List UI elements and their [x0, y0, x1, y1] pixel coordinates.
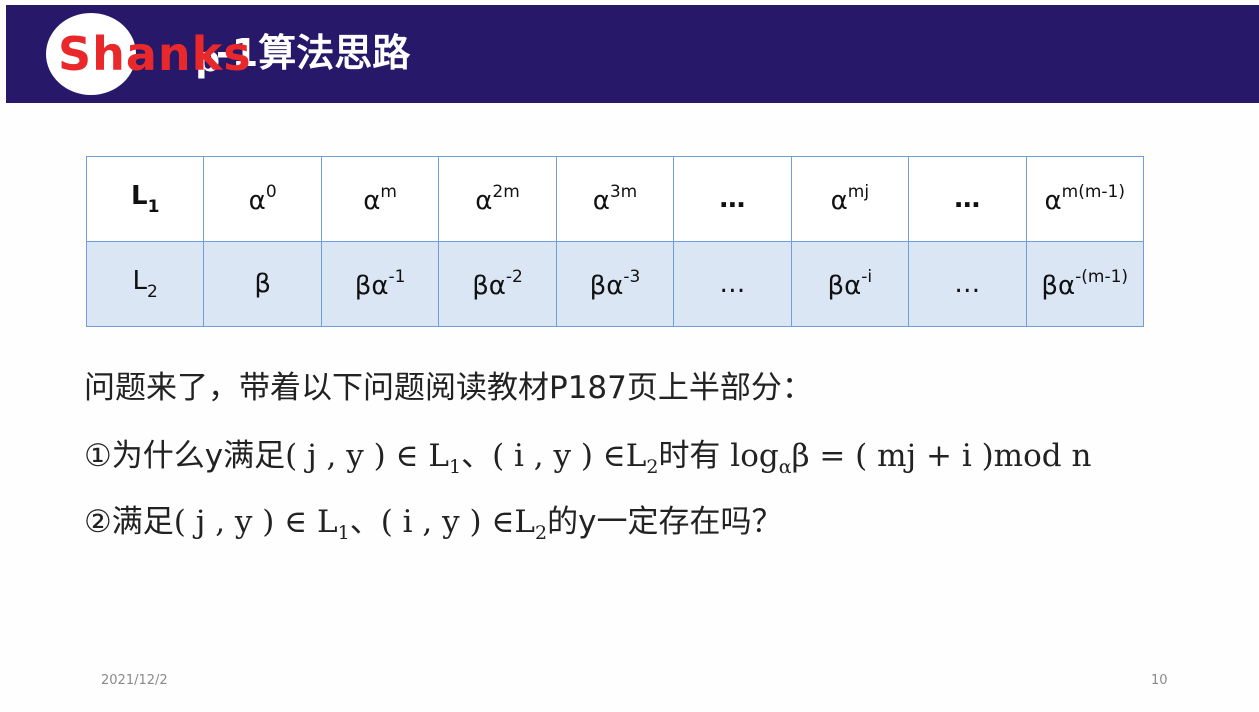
logo-watermark: Shanks [58, 27, 252, 81]
table-cell: α0 [203, 156, 322, 242]
cell-base: … [719, 184, 746, 214]
cell-exponent: 3m [609, 182, 638, 202]
footer-date: 2021/12/2 [101, 673, 168, 688]
table-cell: βα-(m-1) [1025, 241, 1144, 327]
cell-base: βα [589, 271, 624, 301]
question-1-sep: 、 [461, 438, 493, 474]
question-1-pair-j: ( j , y ) ∈ L [285, 438, 449, 474]
cell-base: α [363, 186, 381, 216]
cell-base: βα [827, 271, 862, 301]
slide: ρ -1算法思路 Shanks L1 α0 αm α2m α3m… αmj… αm(m-1)… [0, 0, 1259, 712]
table-cell: β [203, 241, 322, 327]
question-2: ②满足( j , y ) ∈ L1、( i , y ) ∈L2的y一定存在吗？ [84, 502, 782, 553]
cell-exponent: -2 [505, 267, 523, 287]
table-cell: … [908, 241, 1027, 327]
table-cell: βα-i [790, 241, 910, 327]
table-row-l2: L2 β βα-1 βα-2 βα-3… βα-i… βα-(m-1) [85, 241, 1144, 327]
cell-base: … [719, 269, 746, 299]
question-2-pair-i: ( i , y ) ∈L [380, 504, 535, 540]
table-cell: … [673, 241, 792, 327]
cell-base: βα [472, 271, 506, 301]
cell-subscript: 2 [147, 282, 158, 302]
question-1-sub-1: 1 [448, 456, 462, 478]
cell-base: β [254, 269, 271, 299]
table-cell: L1 [85, 156, 205, 242]
cell-exponent: m(m-1) [1061, 182, 1125, 202]
table-cell: αmj [790, 156, 910, 242]
table-cell: βα-1 [320, 241, 440, 327]
question-2-sep: 、 [349, 504, 381, 540]
question-2-sub-2: 2 [535, 522, 548, 544]
cell-exponent: -3 [623, 267, 641, 287]
cell-exponent: -1 [388, 267, 406, 287]
table-cell: βα-3 [555, 241, 675, 327]
question-1-pair-i: ( i , y ) ∈L [492, 438, 647, 474]
footer-page-number: 10 [1151, 673, 1168, 688]
question-1-prefix: ①为什么y满足 [84, 438, 286, 474]
table-cell: L2 [85, 241, 205, 327]
cell-base: α [248, 186, 266, 216]
cell-exponent: mj [847, 182, 870, 202]
question-2-sub-1: 1 [337, 522, 350, 544]
table-cell: α2m [438, 156, 557, 242]
question-intro: 问题来了，带着以下问题阅读教材P187页上半部分： [84, 370, 813, 406]
cell-base: … [954, 184, 981, 214]
cell-exponent: 0 [265, 182, 277, 202]
cell-exponent: 2m [492, 182, 520, 202]
cell-exponent: -(m-1) [1075, 267, 1129, 287]
table-cell: βα-2 [438, 241, 557, 327]
cell-base: α [830, 186, 848, 216]
question-1-log-base: α [778, 456, 792, 478]
cell-base: βα [354, 271, 389, 301]
table-cell: α3m [555, 156, 675, 242]
table-cell: αm [320, 156, 440, 242]
cell-base: α [592, 186, 610, 216]
table-row-l1: L1 α0 αm α2m α3m… αmj… αm(m-1) [85, 156, 1144, 242]
cell-base: α [475, 186, 493, 216]
cell-base: L [132, 266, 148, 296]
question-2-prefix: ②满足 [84, 504, 174, 540]
cell-base: … [954, 269, 981, 299]
question-1-mid: 时有 [658, 438, 731, 474]
table-cell: αm(m-1) [1025, 156, 1144, 242]
cell-base: L [131, 181, 148, 211]
cell-subscript: 1 [147, 197, 160, 217]
question-1-log: log [730, 438, 779, 474]
question-2-suffix: 的y一定存在吗？ [547, 504, 783, 540]
cell-base: βα [1041, 271, 1076, 301]
question-1: ①为什么y满足( j , y ) ∈ L1、( i , y ) ∈L2时有 lo… [84, 436, 1091, 487]
question-1-sub-2: 2 [646, 456, 659, 478]
table-cell: … [673, 156, 792, 242]
cell-base: α [1044, 186, 1062, 216]
baby-giant-step-table: L1 α0 αm α2m α3m… αmj… αm(m-1) L2 β βα-1 βα-2 βα-3… [85, 156, 1144, 327]
question-1-formula: β = ( mj + i )mod n [791, 438, 1092, 474]
cell-exponent: m [380, 182, 397, 202]
question-2-pair-j: ( j , y ) ∈ L [173, 504, 338, 540]
table-cell: … [908, 156, 1027, 242]
cell-exponent: -i [861, 267, 873, 287]
